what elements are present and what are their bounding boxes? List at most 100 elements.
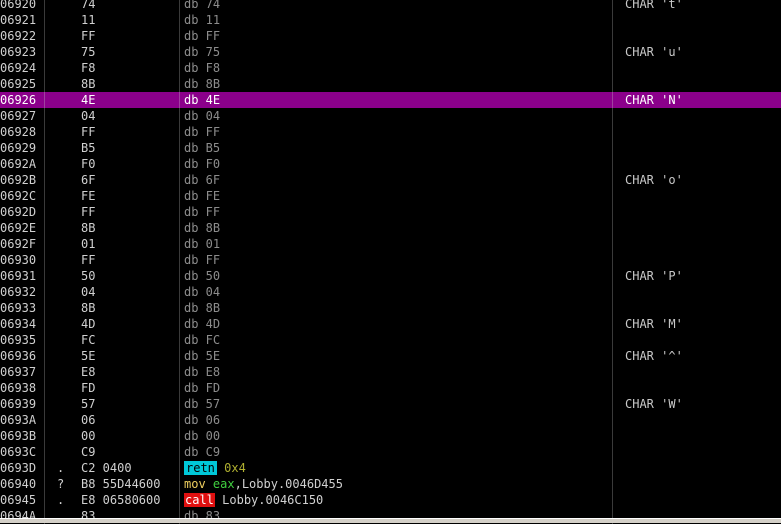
disasm-row[interactable]: 06938 FD db FD <box>0 380 781 396</box>
row-instruction: db 8B <box>184 220 220 236</box>
instruction-text: db 5E <box>184 349 221 363</box>
row-hex-bytes: 4D <box>81 317 96 331</box>
disasm-row[interactable]: 0693C C9 db C9 <box>0 444 781 460</box>
disasm-row[interactable]: 06940? B8 55D44600 mov eax,Lobby.0046D455 <box>0 476 781 492</box>
disasm-row[interactable]: 0692A F0 db F0 <box>0 156 781 172</box>
disasm-row[interactable]: 0693D. C2 0400 retn 0x4 <box>0 460 781 476</box>
disasm-row[interactable]: 06928 FF db FF <box>0 124 781 140</box>
instruction-text: db 8B <box>184 77 221 91</box>
row-hex-bytes: E8 <box>81 365 96 379</box>
row-address: 0693D <box>0 461 37 475</box>
row-comment: CHAR '^' <box>625 349 683 363</box>
row-hex-bytes: 00 <box>81 429 96 443</box>
row-instruction: db E8 <box>184 364 220 380</box>
row-hex-bytes: 11 <box>81 13 96 27</box>
instruction-operand: Lobby.0046C150 <box>222 493 324 507</box>
disassembly-view[interactable]: 06920 74 db 74 CHAR 't' 06921 11 db 11 06922 FF d… <box>0 0 781 524</box>
disasm-row[interactable]: 06936 5E db 5E CHAR '^' <box>0 348 781 364</box>
row-comment: CHAR 't' <box>625 0 683 11</box>
row-hex-bytes: B5 <box>81 141 96 155</box>
selection-separator <box>612 92 613 108</box>
disasm-row[interactable]: 06931 50 db 50 CHAR 'P' <box>0 268 781 284</box>
disasm-row[interactable]: 06937 E8 db E8 <box>0 364 781 380</box>
row-address: 06934 <box>0 317 37 331</box>
row-instruction: db 6F <box>184 172 220 188</box>
disasm-row[interactable]: 06939 57 db 57 CHAR 'W' <box>0 396 781 412</box>
row-address: 06923 <box>0 45 37 59</box>
row-marker: ? <box>57 477 65 491</box>
row-marker: . <box>57 461 65 475</box>
row-instruction: db 4E <box>184 92 220 108</box>
row-comment: CHAR 'u' <box>625 45 683 59</box>
disasm-row[interactable]: 06925 8B db 8B <box>0 76 781 92</box>
row-address: 06924 <box>0 61 37 75</box>
scrollbar-highlight <box>0 518 781 519</box>
row-comment: CHAR 'M' <box>625 317 683 331</box>
row-address: 06936 <box>0 349 37 363</box>
row-instruction: db FF <box>184 204 220 220</box>
retn-mnemonic: retn <box>184 461 217 475</box>
disasm-row[interactable]: 06922 FF db FF <box>0 28 781 44</box>
row-address: 0692A <box>0 157 37 171</box>
disasm-row[interactable]: 06934 4D db 4D CHAR 'M' <box>0 316 781 332</box>
disasm-row[interactable]: 0693A 06 db 06 <box>0 412 781 428</box>
row-instruction: retn 0x4 <box>184 460 246 476</box>
row-instruction: db 06 <box>184 412 220 428</box>
row-instruction: db 8B <box>184 76 220 92</box>
row-address: 06931 <box>0 269 37 283</box>
row-address: 0692B <box>0 173 37 187</box>
disasm-row[interactable]: 06920 74 db 74 CHAR 't' <box>0 0 781 12</box>
disasm-row[interactable]: 06927 04 db 04 <box>0 108 781 124</box>
instruction-text: db FF <box>184 205 221 219</box>
disasm-row[interactable]: 06930 FF db FF <box>0 252 781 268</box>
row-instruction: db 5E <box>184 348 220 364</box>
row-instruction: db FF <box>184 124 220 140</box>
disasm-row[interactable]: 06923 75 db 75 CHAR 'u' <box>0 44 781 60</box>
instruction-text: db 4D <box>184 317 221 331</box>
instruction-text: db FF <box>184 29 221 43</box>
selection-separator <box>179 92 180 108</box>
instruction-text: db 04 <box>184 285 221 299</box>
row-instruction: db 11 <box>184 12 220 28</box>
row-address: 06928 <box>0 125 37 139</box>
disasm-row[interactable]: 0692F 01 db 01 <box>0 236 781 252</box>
row-address: 06927 <box>0 109 37 123</box>
row-hex-bytes: F0 <box>81 157 96 171</box>
disasm-row[interactable]: 06932 04 db 04 <box>0 284 781 300</box>
row-hex-bytes: 04 <box>81 285 96 299</box>
row-address: 06922 <box>0 29 37 43</box>
row-hex-bytes: 8B <box>81 301 96 315</box>
row-hex-bytes: FE <box>81 189 96 203</box>
instruction-text: db 4E <box>184 93 221 107</box>
disasm-row[interactable]: 06945. E8 06580600 call Lobby.0046C150 <box>0 492 781 508</box>
disasm-row[interactable]: 06933 8B db 8B <box>0 300 781 316</box>
row-address: 06945 <box>0 493 37 507</box>
row-comment: CHAR 'o' <box>625 173 683 187</box>
row-address: 06920 <box>0 0 37 11</box>
row-address: 0692E <box>0 221 37 235</box>
disasm-row[interactable]: 06929 B5 db B5 <box>0 140 781 156</box>
instruction-text: db 6F <box>184 173 221 187</box>
row-instruction: db 00 <box>184 428 220 444</box>
row-address: 06929 <box>0 141 37 155</box>
row-marker: . <box>57 493 65 507</box>
disasm-row[interactable]: 0692B 6F db 6F CHAR 'o' <box>0 172 781 188</box>
row-hex-bytes: E8 06580600 <box>81 493 161 507</box>
disasm-row[interactable]: 06924 F8 db F8 <box>0 60 781 76</box>
disasm-row[interactable]: 0692C FE db FE <box>0 188 781 204</box>
disasm-row[interactable]: 06921 11 db 11 <box>0 12 781 28</box>
instruction-operand: 0x4 <box>224 461 246 475</box>
row-instruction: db 04 <box>184 284 220 300</box>
row-instruction: db FE <box>184 188 220 204</box>
disasm-row[interactable]: 06935 FC db FC <box>0 332 781 348</box>
instruction-text: db FF <box>184 253 221 267</box>
instruction-text: db 75 <box>184 45 221 59</box>
disasm-row[interactable]: 0692D FF db FF <box>0 204 781 220</box>
disasm-row[interactable]: 0693B 00 db 00 <box>0 428 781 444</box>
disasm-row[interactable]: 0692E 8B db 8B <box>0 220 781 236</box>
horizontal-scrollbar[interactable] <box>0 518 781 523</box>
instruction-text: db F8 <box>184 61 221 75</box>
disasm-row[interactable]: 06926 4E db 4E CHAR 'N' <box>0 92 781 108</box>
row-instruction: db F8 <box>184 60 220 76</box>
row-instruction: db B5 <box>184 140 220 156</box>
